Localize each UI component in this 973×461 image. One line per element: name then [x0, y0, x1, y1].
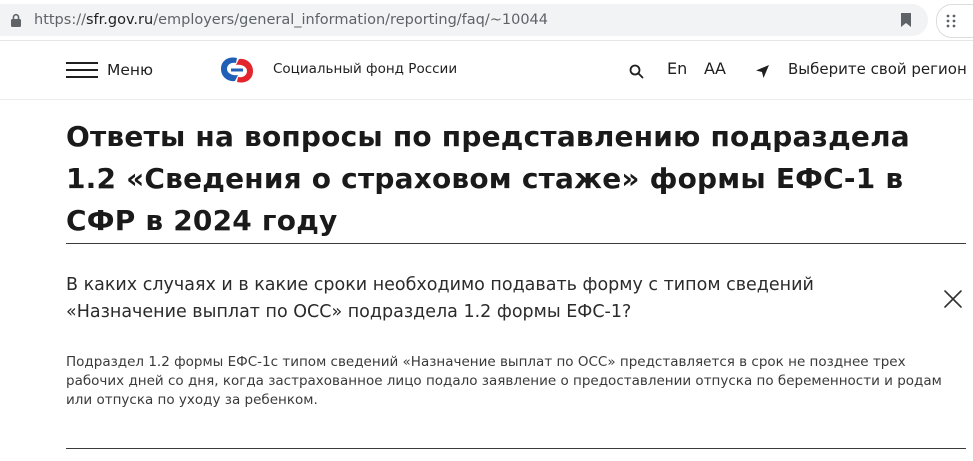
faq-answer: Подраздел 1.2 формы ЕФС-1с типом сведени… — [66, 354, 942, 408]
language-button[interactable]: En — [667, 59, 687, 78]
extensions-button[interactable] — [936, 4, 973, 38]
grid-dots-icon — [946, 14, 956, 28]
browser-toolbar: https://sfr.gov.ru/employers/general_inf… — [0, 0, 973, 41]
menu-label: Меню — [107, 61, 154, 79]
hamburger-icon — [66, 62, 98, 78]
page-title: Ответы на вопросы по представлению подра… — [66, 120, 910, 237]
url-text[interactable]: https://sfr.gov.ru/employers/general_inf… — [34, 4, 548, 36]
search-icon[interactable] — [629, 64, 644, 79]
close-icon[interactable] — [943, 289, 963, 309]
divider — [66, 243, 966, 244]
region-selector[interactable]: Выберите свой регион — [788, 60, 967, 78]
lock-icon — [11, 13, 21, 27]
address-bar[interactable]: https://sfr.gov.ru/employers/general_inf… — [0, 4, 928, 36]
accessibility-button[interactable]: АА — [704, 59, 726, 78]
logo-icon[interactable] — [217, 54, 257, 86]
url-path: /employers/general_information/reporting… — [153, 12, 549, 28]
faq-question[interactable]: В каких случаях и в какие сроки необходи… — [66, 272, 906, 326]
location-arrow-icon[interactable] — [755, 64, 770, 79]
menu-button[interactable]: Меню — [66, 59, 153, 81]
url-host: sfr.gov.ru — [85, 12, 154, 28]
divider — [66, 448, 966, 449]
org-name[interactable]: Социальный фонд России — [273, 61, 457, 77]
bookmark-icon[interactable] — [899, 12, 913, 28]
site-header: Меню Социальный фонд России En АА Выбери… — [0, 41, 973, 100]
url-scheme: https:// — [34, 12, 86, 28]
